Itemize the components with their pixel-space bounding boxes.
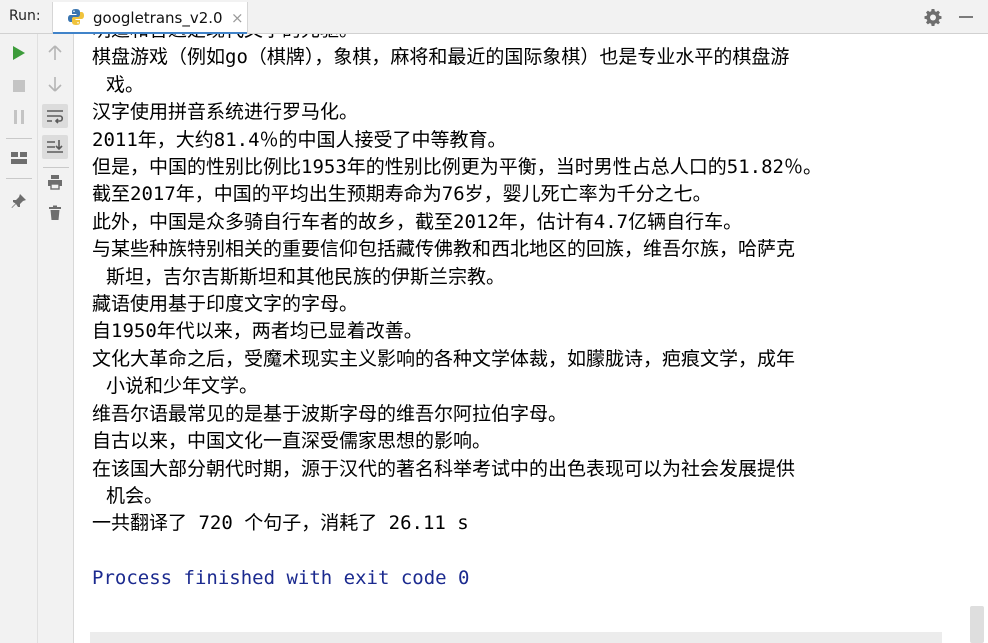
console-line-continuation: 戏。 bbox=[106, 73, 145, 96]
console-line: 自1950年代以来，两者均已显着改善。 bbox=[92, 320, 423, 343]
console-line: 2011年，大约81.4％的中国人接受了中等教育。 bbox=[92, 128, 507, 151]
console-output[interactable]: 明道和音適是现代文字的先驱。棋盘游戏（例如go（棋牌），象棋，麻将和最近的国际象… bbox=[74, 34, 970, 643]
console-line: 一共翻译了 720 个句子，消耗了 26.11 s bbox=[92, 512, 469, 535]
pin-icon[interactable] bbox=[6, 189, 32, 213]
console-line-continuation: 机会。 bbox=[106, 484, 164, 507]
python-icon bbox=[68, 9, 84, 25]
run-toolbar bbox=[0, 34, 38, 643]
toolbar-separator bbox=[6, 178, 32, 179]
run-tab[interactable]: googletrans_v2.0 × bbox=[52, 2, 248, 35]
console-line-continuation: 斯坦，吉尔吉斯斯坦和其他民族的伊斯兰宗教。 bbox=[106, 265, 506, 288]
console-line: 此外，中国是众多骑自行车者的故乡，截至2012年，估计有4.7亿辆自行车。 bbox=[92, 210, 743, 233]
console-line: 与某些种族特别相关的重要信仰包括藏传佛教和西北地区的回族，维吾尔族，哈萨克 bbox=[92, 238, 796, 261]
horizontal-scrollbar[interactable] bbox=[74, 628, 970, 643]
console-line: 在该国大部分朝代时期，源于汉代的著名科举考试中的出色表现可以为社会发展提供 bbox=[92, 457, 796, 480]
console-line: 自古以来，中国文化一直深受儒家思想的影响。 bbox=[92, 430, 492, 453]
arrow-down-icon[interactable] bbox=[42, 72, 68, 96]
console-line: 明道和音適是现代文字的先驱。 bbox=[92, 34, 968, 44]
console-line: 藏语使用基于印度文字的字母。 bbox=[92, 293, 359, 316]
horizontal-scroll-thumb[interactable] bbox=[90, 632, 942, 643]
console-line: 文化大革命之后，受魔术现实主义影响的各种文学体裁，如朦胧诗，疤痕文学，成年 bbox=[92, 347, 796, 370]
toolbar-separator bbox=[43, 167, 69, 168]
run-tool-window-header: Run: googletrans_v2.0 × bbox=[0, 0, 988, 35]
vertical-scroll-thumb[interactable] bbox=[970, 606, 984, 643]
console-line: 但是，中国的性别比例比1953年的性别比例更为平衡，当时男性占总人口的51.82… bbox=[92, 156, 822, 179]
pause-icon[interactable] bbox=[6, 105, 32, 129]
run-icon[interactable] bbox=[6, 41, 32, 65]
scroll-to-end-icon[interactable] bbox=[42, 135, 68, 159]
run-label: Run: bbox=[9, 8, 41, 24]
console-line: 棋盘游戏（例如go（棋牌），象棋，麻将和最近的国际象棋）也是专业水平的棋盘游 bbox=[92, 46, 790, 69]
gear-icon[interactable] bbox=[924, 8, 942, 26]
console-line: 截至2017年，中国的平均出生预期寿命为76岁，婴儿死亡率为千分之七。 bbox=[92, 183, 712, 206]
console-toolbar bbox=[38, 34, 74, 643]
close-tab-icon[interactable]: × bbox=[231, 9, 244, 27]
toolbar-separator bbox=[6, 138, 32, 139]
trash-icon[interactable] bbox=[42, 201, 68, 225]
console-line: 汉字使用拼音系统进行罗马化。 bbox=[92, 101, 359, 124]
console-line-continuation: 小说和少年文学。 bbox=[106, 375, 259, 398]
print-icon[interactable] bbox=[42, 170, 68, 194]
console-lines: 明道和音適是现代文字的先驱。棋盘游戏（例如go（棋牌），象棋，麻将和最近的国际象… bbox=[92, 34, 968, 593]
soft-wrap-icon[interactable] bbox=[42, 104, 68, 128]
layout-icon[interactable] bbox=[6, 146, 32, 170]
console-line: 维吾尔语最常见的是基于波斯字母的维吾尔阿拉伯字母。 bbox=[92, 402, 568, 425]
tab-label: googletrans_v2.0 bbox=[93, 9, 223, 27]
minimize-icon[interactable] bbox=[959, 16, 973, 18]
vertical-scrollbar[interactable] bbox=[970, 34, 988, 643]
arrow-up-icon[interactable] bbox=[42, 41, 68, 65]
process-exit-line: Process finished with exit code 0 bbox=[92, 567, 470, 590]
stop-icon[interactable] bbox=[6, 74, 32, 98]
